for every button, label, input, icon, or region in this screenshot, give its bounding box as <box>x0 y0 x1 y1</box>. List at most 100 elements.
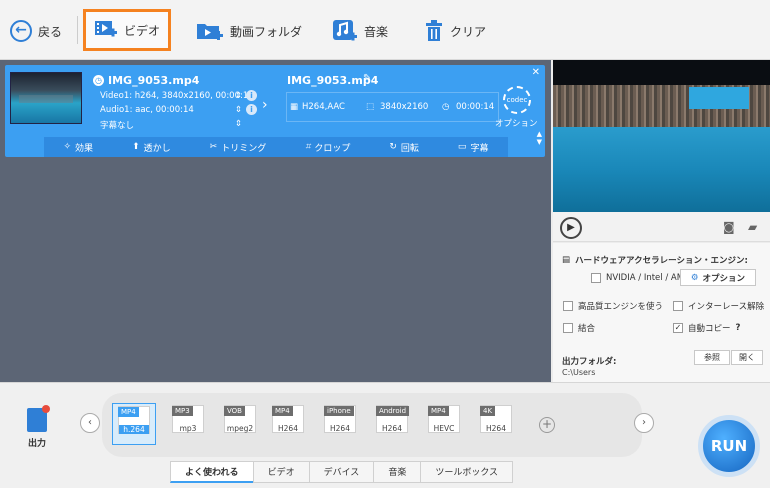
effect-label: 効果 <box>75 143 94 154</box>
video-track-info[interactable]: Video1: h264, 3840x2160, 00:00:14 <box>100 91 254 101</box>
deinterlace-label: インターレース解除 <box>688 302 765 312</box>
crop-label: クロップ <box>314 143 351 154</box>
back-button[interactable]: ← 戻る <box>10 10 62 52</box>
hq-engine-checkbox[interactable]: 高品質エンジンを使う <box>563 300 663 312</box>
format-tile[interactable]: VOB mpeg2 <box>218 403 262 445</box>
format-tab[interactable]: よく使われる <box>170 461 254 483</box>
format-tag: Android <box>376 406 410 416</box>
format-tab[interactable]: ツールボックス <box>420 461 514 483</box>
open-button[interactable]: 開く <box>731 350 763 365</box>
deinterlace-box[interactable] <box>673 301 683 311</box>
add-format-icon[interactable]: + <box>539 417 555 433</box>
output-profile-button[interactable]: 出力 <box>27 405 50 449</box>
subtitle-stepper-icon[interactable]: ⇕ <box>235 119 242 129</box>
duration-clock-icon: ◷ <box>442 102 450 112</box>
hw-accel-label: ハードウェアアクセラレーション・エンジン: <box>575 256 748 266</box>
output-doc-icon <box>27 405 50 432</box>
format-tile[interactable]: Android H264 <box>370 403 414 445</box>
format-tile[interactable]: MP4 h.264 <box>112 403 156 445</box>
format-tag: 4K <box>480 406 496 416</box>
preview-pool <box>553 127 770 212</box>
format-tab[interactable]: デバイス <box>308 461 375 483</box>
merge-box[interactable] <box>563 323 573 333</box>
preview-sky <box>553 60 770 85</box>
subtitle-button[interactable]: ▭ 字幕 <box>458 141 489 154</box>
reorder-arrows-icon[interactable]: ▲ ▼ <box>537 130 542 146</box>
hw-option-button[interactable]: ⚙ オプション <box>680 269 756 286</box>
watermark-button[interactable]: ⬆ 透かし <box>132 141 171 154</box>
open-folder-icon[interactable]: ▰ <box>748 220 757 234</box>
effect-button[interactable]: ✧ 効果 <box>64 141 94 154</box>
play-icon[interactable]: ▶ <box>560 217 582 239</box>
output-info-box: ▦ H264,AAC ⬚ 3840x2160 ◷ 00:00:14 <box>286 92 499 122</box>
video-thumbnail[interactable] <box>10 72 82 124</box>
trim-label: トリミング <box>221 143 267 154</box>
auto-copy-help-icon[interactable]: ? <box>736 323 741 333</box>
codec-option-label[interactable]: オプション <box>495 117 538 129</box>
format-codec: h.264 <box>119 425 149 434</box>
format-tab[interactable]: ビデオ <box>252 461 310 483</box>
crop-button[interactable]: ⌗ クロップ <box>305 141 350 154</box>
video-info-icon[interactable]: i <box>246 90 257 101</box>
hq-engine-box[interactable] <box>563 301 573 311</box>
rotate-icon: ↻ <box>389 142 397 152</box>
file-list-panel: ◷ IMG_9053.mp4 Video1: h264, 3840x2160, … <box>0 60 551 382</box>
gpu-icon: ▤ <box>562 255 571 265</box>
music-icon <box>333 20 357 41</box>
trim-button[interactable]: ✂ トリミング <box>210 141 267 154</box>
back-label: 戻る <box>38 24 63 39</box>
clear-label: クリア <box>450 24 487 39</box>
add-video-button[interactable]: ビデオ <box>83 9 171 51</box>
preview-controls: ▶ ◙ ▰ <box>553 212 770 242</box>
add-music-button[interactable]: 音楽 <box>332 10 388 52</box>
rotate-button[interactable]: ↻ 回転 <box>389 141 419 154</box>
audio-track-stepper-icon[interactable]: ⇕ <box>235 105 242 115</box>
format-badge-icon: MP4 h.264 <box>118 406 150 434</box>
merge-label: 結合 <box>578 324 596 334</box>
toolbar-divider <box>77 16 78 44</box>
format-tile[interactable]: MP4 HEVC <box>422 403 466 445</box>
subtitle-icon: ▭ <box>457 142 467 152</box>
back-arrow-icon: ← <box>10 20 32 42</box>
video-preview[interactable] <box>553 60 770 212</box>
merge-checkbox[interactable]: 結合 <box>563 322 595 334</box>
output-path[interactable]: C:\Users <box>562 368 595 377</box>
format-tile[interactable]: 4K H264 <box>474 403 518 445</box>
auto-copy-checkbox[interactable]: ✓ 自動コピー ? <box>673 322 740 334</box>
format-tag: MP4 <box>428 406 449 416</box>
codec-option-icon[interactable]: codec <box>503 86 531 114</box>
auto-copy-label: 自動コピー <box>688 324 731 334</box>
output-resolution: 3840x2160 <box>380 102 429 112</box>
rename-pencil-icon[interactable]: ✎ <box>363 73 371 84</box>
format-badge-icon: VOB mpeg2 <box>224 405 256 433</box>
format-tab[interactable]: 音楽 <box>373 461 422 483</box>
trash-icon <box>426 20 442 41</box>
audio-track-info[interactable]: Audio1: aac, 00:00:14 <box>100 105 194 115</box>
gpu-checkbox[interactable]: NVIDIA / Intel / AMD <box>591 273 691 283</box>
format-tile[interactable]: MP4 H264 <box>266 403 310 445</box>
format-codec: H264 <box>382 424 402 433</box>
camera-icon[interactable]: ◙ <box>723 220 735 234</box>
add-folder-button[interactable]: 動画フォルダ <box>196 10 302 52</box>
format-badge-icon: MP3 mp3 <box>172 405 204 433</box>
prev-format-icon[interactable]: ‹ <box>80 413 100 433</box>
video-track-stepper-icon[interactable]: ⇕ <box>235 91 242 101</box>
subtitle-select[interactable]: 字幕なし <box>100 119 134 131</box>
audio-info-icon[interactable]: i <box>246 104 257 115</box>
next-format-icon[interactable]: › <box>634 413 654 433</box>
hq-engine-label: 高品質エンジンを使う <box>578 302 664 312</box>
deinterlace-checkbox[interactable]: インターレース解除 <box>673 300 764 312</box>
browse-button[interactable]: 参照 <box>694 350 730 365</box>
file-item[interactable]: ◷ IMG_9053.mp4 Video1: h264, 3840x2160, … <box>5 65 545 157</box>
hw-option-label: オプション <box>702 273 746 284</box>
preview-stadium-screen <box>689 87 749 109</box>
add-video-icon <box>95 21 117 37</box>
run-button[interactable]: RUN <box>698 415 760 477</box>
remove-file-icon[interactable]: ✕ <box>532 67 540 78</box>
clear-button[interactable]: クリア <box>424 10 486 52</box>
format-tile[interactable]: iPhone H264 <box>318 403 362 445</box>
auto-copy-box[interactable]: ✓ <box>673 323 683 333</box>
output-duration: 00:00:14 <box>456 102 495 112</box>
gpu-checkbox-box[interactable] <box>591 273 601 283</box>
format-tile[interactable]: MP3 mp3 <box>166 403 210 445</box>
